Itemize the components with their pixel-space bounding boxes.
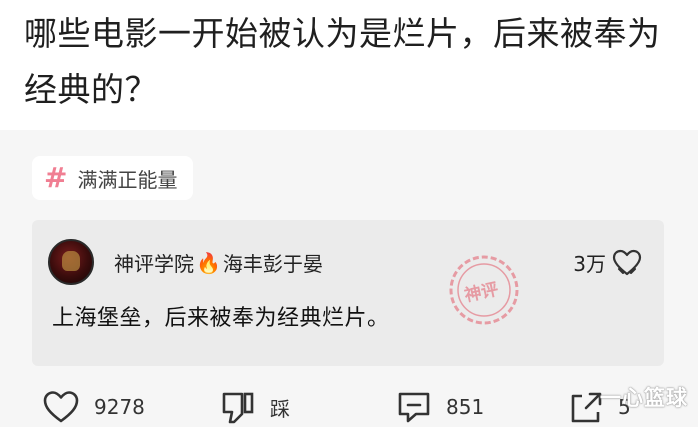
- avatar[interactable]: [48, 239, 94, 285]
- like-button[interactable]: 9278: [42, 390, 145, 424]
- watermark: 一心篮球: [600, 386, 688, 410]
- comment-author[interactable]: 神评学院 🔥 海丰彭于晏: [114, 248, 323, 277]
- topic-tag[interactable]: # 满满正能量: [32, 156, 194, 200]
- comment-text: 上海堡垒，后来被奉为经典烂片。: [52, 306, 390, 331]
- like-count: 9278: [94, 395, 145, 419]
- dislike-label: 踩: [270, 396, 290, 421]
- dislike-icon: [222, 392, 254, 424]
- comment-count: 851: [446, 395, 485, 419]
- comment-icon: [398, 392, 430, 423]
- comment-likes: 3万: [573, 248, 642, 277]
- question-title[interactable]: 哪些电影一开始被认为是烂片，后来被奉为经典的？: [24, 6, 674, 118]
- author-prefix: 神评学院: [114, 252, 194, 276]
- god-comment-stamp: 神评: [446, 252, 522, 328]
- hash-icon: #: [44, 161, 68, 194]
- action-bar: 9278 踩 851 5: [0, 390, 698, 427]
- heart-outline-icon: [43, 391, 79, 423]
- comment-like-count: 3万: [573, 252, 606, 276]
- heart-icon[interactable]: [612, 249, 642, 277]
- top-comment-card: 神评学院 🔥 海丰彭于晏 神评 3万 上海堡垒，后来被奉为经典烂片。: [32, 220, 664, 366]
- topic-label: 满满正能量: [77, 167, 178, 192]
- question-card: 哪些电影一开始被认为是烂片，后来被奉为经典的？: [0, 0, 698, 130]
- fire-icon: 🔥: [196, 250, 221, 275]
- page: 哪些电影一开始被认为是烂片，后来被奉为经典的？ # 满满正能量 神评学院 🔥 海…: [0, 0, 698, 427]
- share-icon: [571, 392, 602, 423]
- dislike-button[interactable]: 踩: [220, 390, 290, 424]
- comment-button[interactable]: 851: [396, 390, 484, 424]
- author-name: 海丰彭于晏: [222, 252, 323, 276]
